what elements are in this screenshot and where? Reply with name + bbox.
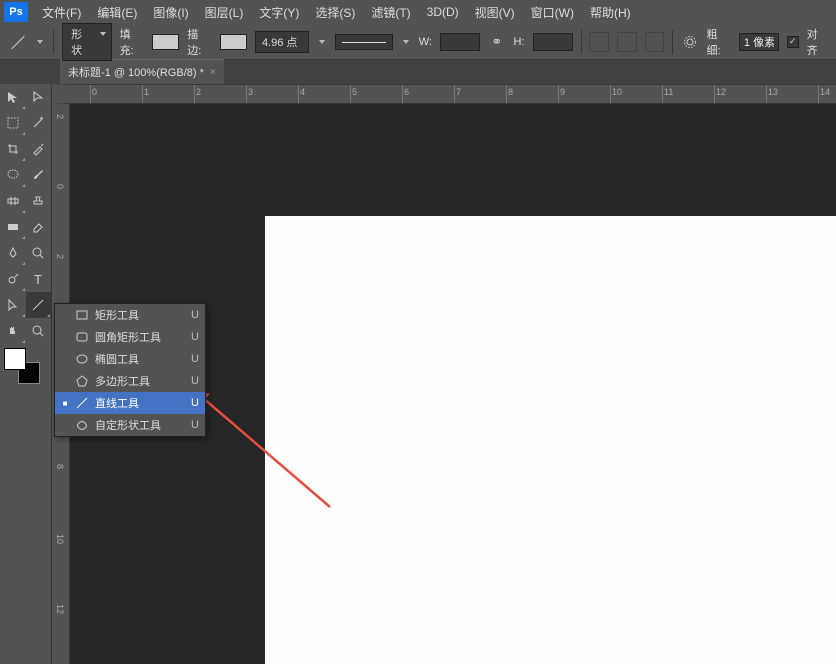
weight-input[interactable] bbox=[739, 33, 779, 51]
fill-label: 填充: bbox=[120, 26, 144, 58]
path-align[interactable] bbox=[617, 32, 637, 52]
flyout-line-tool[interactable]: ■ 直线工具 U bbox=[55, 392, 205, 414]
menu-type[interactable]: 文字(Y) bbox=[251, 1, 307, 24]
app-logo: Ps bbox=[4, 2, 28, 22]
shape-tool-flyout: 矩形工具 U 圆角矩形工具 U 椭圆工具 U 多边形工具 U ■ 直线工具 U … bbox=[54, 303, 206, 437]
flyout-label: 矩形工具 bbox=[95, 307, 185, 323]
shape-tool[interactable] bbox=[26, 292, 52, 318]
magic-wand-tool[interactable] bbox=[26, 110, 52, 136]
menu-layer[interactable]: 图层(L) bbox=[197, 1, 252, 24]
document-tab-bar: 未标题-1 @ 100%(RGB/8) * × bbox=[0, 60, 836, 84]
stroke-style-dropdown[interactable] bbox=[401, 35, 411, 49]
custom-shape-icon bbox=[75, 418, 89, 432]
stroke-width-input[interactable]: 4.96 点 bbox=[255, 31, 309, 53]
horizontal-ruler[interactable]: 01234567891011121314 bbox=[52, 84, 836, 104]
document-tab-title: 未标题-1 @ 100%(RGB/8) * bbox=[68, 64, 204, 80]
zoom-tool-2[interactable] bbox=[26, 318, 52, 344]
flyout-label: 圆角矩形工具 bbox=[95, 329, 185, 345]
align-edges-checkbox[interactable]: ✓ bbox=[787, 36, 799, 48]
color-swatches bbox=[0, 344, 51, 388]
stroke-width-dropdown[interactable] bbox=[317, 35, 327, 49]
healing-tool[interactable] bbox=[0, 188, 26, 214]
shape-mode-select[interactable]: 形状 bbox=[62, 23, 111, 61]
flyout-custom-shape-tool[interactable]: 自定形状工具 U bbox=[55, 414, 205, 436]
flyout-shortcut: U bbox=[191, 375, 199, 387]
menu-edit[interactable]: 编辑(E) bbox=[89, 1, 145, 24]
flyout-shortcut: U bbox=[191, 419, 199, 431]
menu-file[interactable]: 文件(F) bbox=[34, 1, 89, 24]
gradient-tool[interactable] bbox=[0, 214, 26, 240]
polygon-icon bbox=[75, 374, 89, 388]
hand-tool[interactable] bbox=[0, 318, 26, 344]
move-tool[interactable] bbox=[0, 84, 26, 110]
flyout-polygon-tool[interactable]: 多边形工具 U bbox=[55, 370, 205, 392]
tools-panel: T bbox=[0, 84, 52, 664]
flyout-rectangle-tool[interactable]: 矩形工具 U bbox=[55, 304, 205, 326]
document-tab[interactable]: 未标题-1 @ 100%(RGB/8) * × bbox=[60, 59, 224, 84]
path-arrange[interactable] bbox=[645, 32, 665, 52]
flyout-label: 自定形状工具 bbox=[95, 417, 185, 433]
artboard-tool[interactable] bbox=[26, 84, 52, 110]
line-icon bbox=[75, 396, 89, 410]
stroke-swatch[interactable] bbox=[220, 34, 247, 50]
separator bbox=[53, 30, 54, 54]
menu-select[interactable]: 选择(S) bbox=[307, 1, 363, 24]
chevron-down-icon bbox=[98, 27, 108, 41]
eyedropper-tool[interactable] bbox=[26, 136, 52, 162]
options-bar: 形状 填充: 描边: 4.96 点 W: ⚭ H: 粗细: ✓ 对齐 bbox=[0, 24, 836, 60]
crop-tool[interactable] bbox=[0, 136, 26, 162]
brush-tool[interactable] bbox=[26, 162, 52, 188]
menu-bar: Ps 文件(F) 编辑(E) 图像(I) 图层(L) 文字(Y) 选择(S) 滤… bbox=[0, 0, 836, 24]
link-wh-icon[interactable]: ⚭ bbox=[488, 33, 506, 51]
close-icon[interactable]: × bbox=[210, 67, 216, 78]
menu-image[interactable]: 图像(I) bbox=[145, 1, 196, 24]
flyout-label: 直线工具 bbox=[95, 395, 185, 411]
flyout-ellipse-tool[interactable]: 椭圆工具 U bbox=[55, 348, 205, 370]
path-select-tool[interactable] bbox=[0, 292, 26, 318]
fill-swatch[interactable] bbox=[152, 34, 179, 50]
align-edges-label: 对齐 bbox=[807, 26, 828, 58]
weight-label: 粗细: bbox=[707, 26, 731, 58]
height-input[interactable] bbox=[533, 33, 573, 51]
svg-text:T: T bbox=[34, 272, 42, 286]
tool-preset-dropdown[interactable] bbox=[35, 35, 45, 49]
foreground-color[interactable] bbox=[4, 348, 26, 370]
tool-preset-icon[interactable] bbox=[8, 32, 27, 52]
gear-icon[interactable] bbox=[681, 33, 699, 51]
separator bbox=[581, 30, 582, 54]
rounded-rectangle-icon bbox=[75, 330, 89, 344]
flyout-label: 椭圆工具 bbox=[95, 351, 185, 367]
eraser-tool[interactable] bbox=[26, 214, 52, 240]
shape-mode-label: 形状 bbox=[71, 29, 82, 57]
menu-window[interactable]: 窗口(W) bbox=[523, 1, 582, 24]
stamp-tool[interactable] bbox=[26, 188, 52, 214]
ellipse-icon bbox=[75, 352, 89, 366]
flyout-shortcut: U bbox=[191, 353, 199, 365]
height-label: H: bbox=[514, 36, 525, 48]
flyout-rounded-rectangle-tool[interactable]: 圆角矩形工具 U bbox=[55, 326, 205, 348]
rectangle-icon bbox=[75, 308, 89, 322]
menu-filter[interactable]: 滤镜(T) bbox=[363, 1, 418, 24]
menu-help[interactable]: 帮助(H) bbox=[582, 1, 639, 24]
canvas[interactable] bbox=[265, 216, 836, 664]
stroke-style-select[interactable] bbox=[335, 34, 393, 50]
flyout-shortcut: U bbox=[191, 331, 199, 343]
pen-tool[interactable] bbox=[0, 240, 26, 266]
flyout-label: 多边形工具 bbox=[95, 373, 185, 389]
stroke-label: 描边: bbox=[187, 26, 211, 58]
path-op-new[interactable] bbox=[589, 32, 609, 52]
menu-view[interactable]: 视图(V) bbox=[467, 1, 523, 24]
zoom-tool[interactable] bbox=[26, 240, 52, 266]
flyout-shortcut: U bbox=[191, 309, 199, 321]
width-input[interactable] bbox=[440, 33, 480, 51]
lasso-tool[interactable] bbox=[0, 162, 26, 188]
width-label: W: bbox=[419, 36, 432, 48]
separator bbox=[672, 30, 673, 54]
flyout-shortcut: U bbox=[191, 397, 199, 409]
menu-3d[interactable]: 3D(D) bbox=[419, 2, 467, 22]
type-tool[interactable]: T bbox=[26, 266, 52, 292]
marquee-tool[interactable] bbox=[0, 110, 26, 136]
dodge-tool[interactable] bbox=[0, 266, 26, 292]
current-indicator: ■ bbox=[61, 399, 69, 408]
